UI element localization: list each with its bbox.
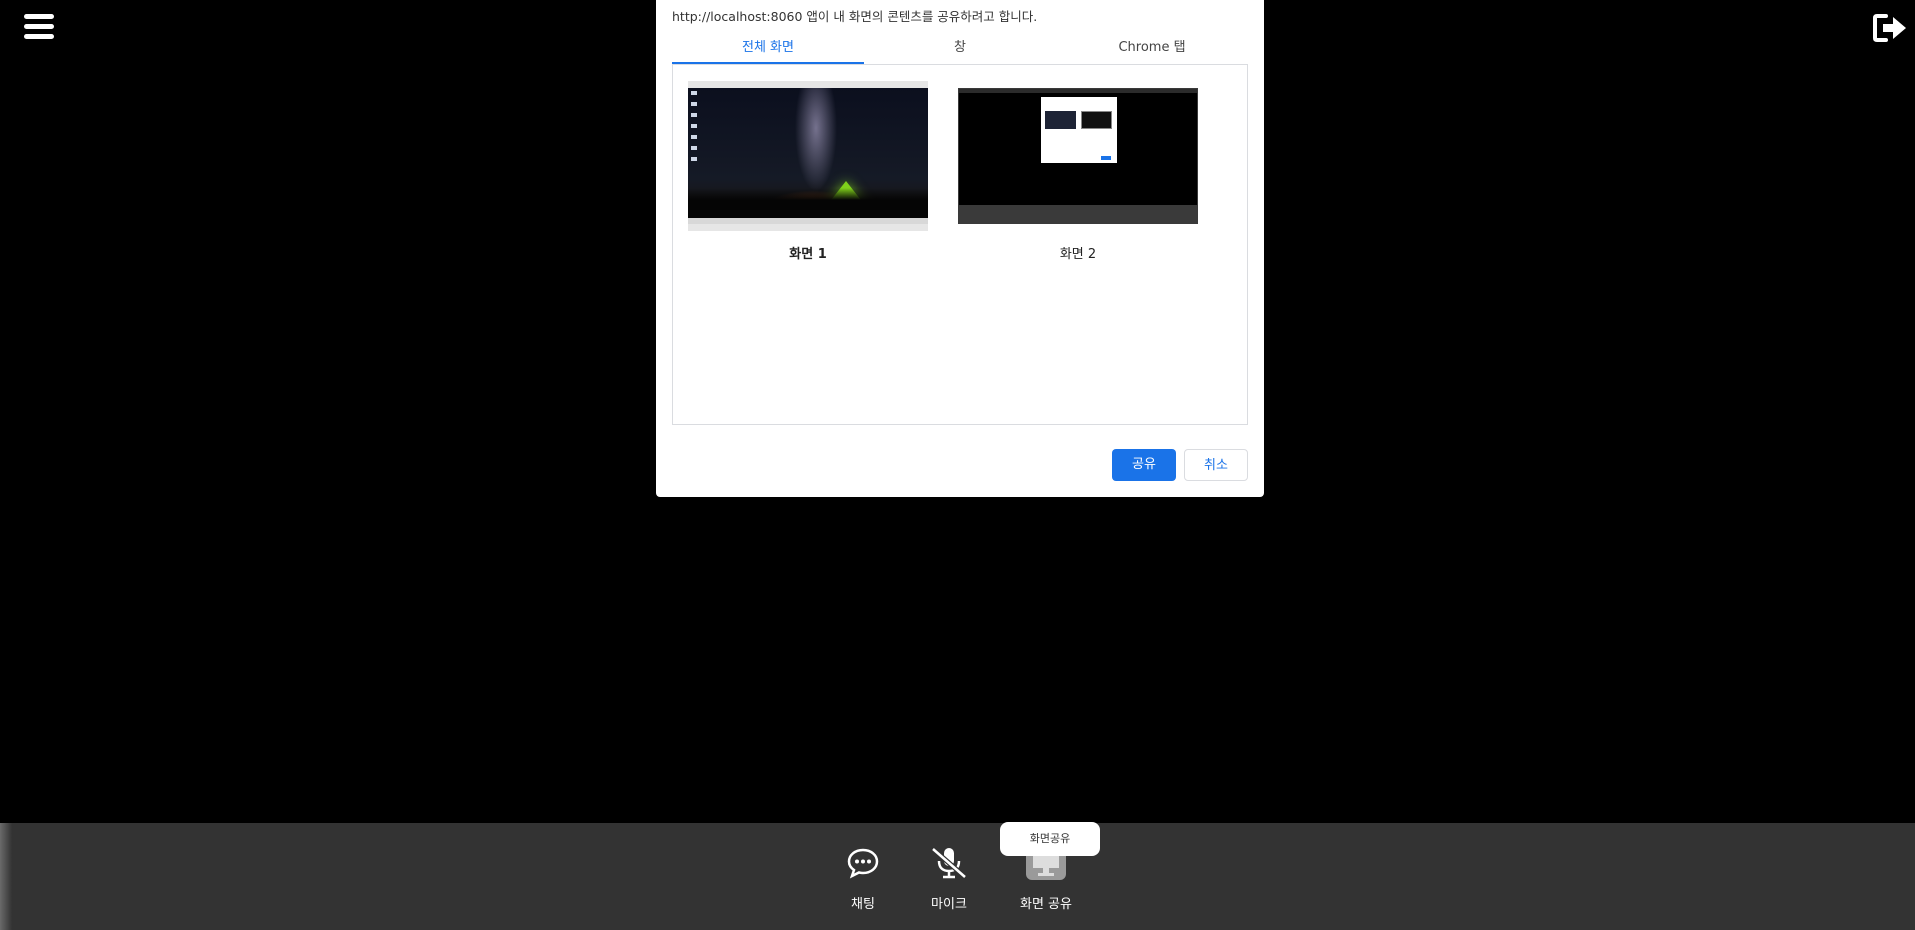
source-tabs: 전체 화면 창 Chrome 탭 bbox=[672, 34, 1248, 64]
source-panel: 화면 1 화면 2 bbox=[672, 64, 1248, 425]
tab-entire-screen[interactable]: 전체 화면 bbox=[672, 34, 864, 64]
screen-2-thumbnail[interactable] bbox=[958, 81, 1198, 231]
dialog-message: http://localhost:8060 앱이 내 화면의 콘텐츠를 공유하려… bbox=[672, 9, 1038, 24]
screen-1-label: 화면 1 bbox=[789, 247, 827, 262]
tab-chrome-tab[interactable]: Chrome 탭 bbox=[1056, 34, 1248, 64]
hamburger-menu-icon[interactable] bbox=[24, 14, 54, 40]
chat-bubble-icon bbox=[828, 843, 898, 883]
screen-source-2[interactable]: 화면 2 bbox=[958, 81, 1198, 262]
bottom-control-bar: 채팅 마이크 화면 공유 bbox=[0, 823, 1915, 930]
screen-share-tooltip: 화면공유 bbox=[1000, 822, 1100, 856]
screen-share-label: 화면 공유 bbox=[1020, 897, 1072, 912]
screen-share-dialog: http://localhost:8060 앱이 내 화면의 콘텐츠를 공유하려… bbox=[656, 0, 1264, 497]
screen-2-label: 화면 2 bbox=[1059, 247, 1097, 262]
chat-button[interactable]: 채팅 bbox=[828, 843, 898, 912]
mic-button[interactable]: 마이크 bbox=[914, 843, 984, 912]
screen-source-1[interactable]: 화면 1 bbox=[688, 81, 928, 262]
cancel-button[interactable]: 취소 bbox=[1184, 449, 1248, 481]
mic-muted-icon bbox=[914, 843, 984, 883]
logout-icon[interactable] bbox=[1873, 12, 1909, 44]
chat-label: 채팅 bbox=[851, 897, 875, 912]
screen-1-thumbnail[interactable] bbox=[688, 81, 928, 231]
mic-label: 마이크 bbox=[931, 897, 967, 912]
share-button[interactable]: 공유 bbox=[1112, 449, 1176, 481]
tab-window[interactable]: 창 bbox=[864, 34, 1056, 64]
